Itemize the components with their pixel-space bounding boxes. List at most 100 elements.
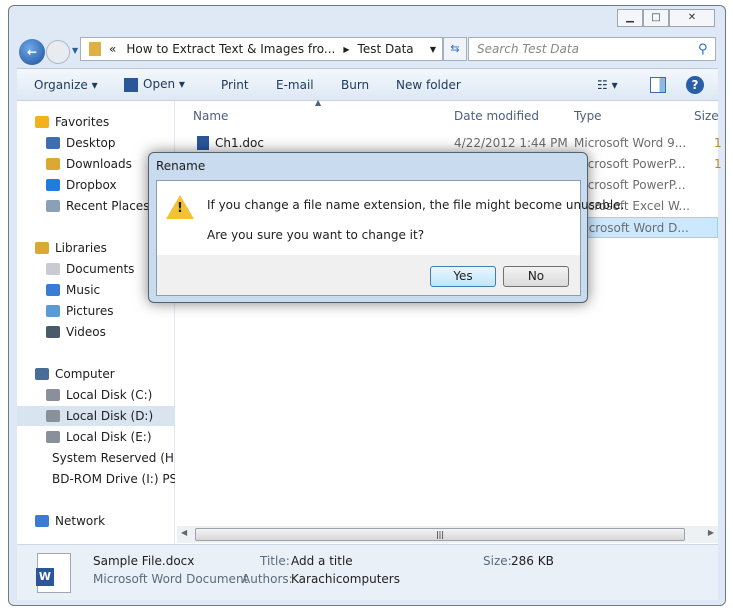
sidebar-item[interactable]: Desktop: [17, 133, 175, 153]
view-options-icon[interactable]: ☷ ▾: [597, 78, 618, 92]
sidebar-item-label: Network: [55, 514, 106, 528]
sidebar-item-label: Libraries: [55, 241, 107, 255]
details-pane: W Sample File.docx Microsoft Word Docume…: [17, 544, 718, 600]
column-header-name[interactable]: Name: [193, 109, 228, 133]
dialog-message: If you change a file name extension, the…: [207, 198, 625, 212]
drive-icon: [46, 410, 60, 422]
back-button[interactable]: ←: [19, 39, 45, 65]
file-type: Microsoft Word 9...: [574, 136, 687, 150]
help-icon[interactable]: ?: [686, 75, 704, 94]
dialog-question: Are you sure you want to change it?: [207, 228, 425, 242]
details-title-value[interactable]: Add a title: [291, 554, 353, 568]
search-input[interactable]: Search Test Data: [468, 37, 716, 61]
burn-button[interactable]: Burn: [341, 78, 369, 92]
sidebar-item-label: Pictures: [66, 304, 114, 318]
open-button[interactable]: Open ▾: [124, 77, 185, 92]
yes-button[interactable]: Yes: [430, 266, 496, 287]
pictures-icon: [46, 305, 60, 317]
sort-indicator-icon: ▲: [315, 98, 322, 107]
file-type: Microsoft PowerP...: [574, 178, 686, 192]
sidebar-item[interactable]: Computer: [17, 364, 175, 384]
dropbox-icon: [46, 179, 60, 191]
sidebar-item[interactable]: Videos: [17, 322, 175, 342]
column-header-size[interactable]: Size: [694, 109, 719, 133]
drive-icon: [46, 431, 60, 443]
file-size: 1: [714, 157, 722, 171]
computer-icon: [35, 368, 49, 380]
minimize-button[interactable]: ▁: [617, 9, 643, 27]
search-icon[interactable]: ⚲: [698, 42, 708, 57]
desktop-icon: [46, 137, 60, 149]
downloads-folder-icon: [46, 158, 60, 170]
file-type: Microsoft PowerP...: [574, 157, 686, 171]
file-size: 1: [714, 136, 722, 150]
refresh-button[interactable]: ⇆: [443, 37, 467, 61]
breadcrumb-segment[interactable]: Test Data: [358, 42, 414, 56]
chevron-right-icon[interactable]: ▶: [343, 45, 349, 54]
maximize-button[interactable]: □: [643, 9, 669, 27]
videos-icon: [46, 326, 60, 338]
email-button[interactable]: E-mail: [276, 78, 314, 92]
sidebar-item[interactable]: Local Disk (D:): [17, 406, 175, 426]
sidebar-item[interactable]: Local Disk (C:): [17, 385, 175, 405]
drive-icon: [46, 389, 60, 401]
star-icon: [35, 116, 49, 128]
sidebar-item-label: Favorites: [55, 115, 110, 129]
word-document-icon: W: [36, 553, 71, 593]
recent-pages-dropdown[interactable]: ▼: [72, 46, 78, 55]
column-header-type[interactable]: Type: [574, 109, 602, 133]
scroll-thumb[interactable]: |||: [195, 528, 685, 541]
sidebar-item-label: Local Disk (C:): [66, 388, 153, 402]
file-icon: [197, 136, 209, 150]
sidebar-item-label: Recent Places: [66, 199, 150, 213]
forward-button[interactable]: [46, 40, 70, 64]
close-button[interactable]: ✕: [669, 9, 715, 27]
sidebar-item[interactable]: System Reserved (H:: [17, 448, 175, 468]
folder-icon: [89, 42, 101, 56]
details-authors-value[interactable]: Karachicomputers: [291, 572, 400, 586]
word-icon: [124, 77, 138, 92]
print-button[interactable]: Print: [221, 78, 249, 92]
address-overflow[interactable]: «: [109, 42, 116, 56]
sidebar-item-label: Computer: [55, 367, 115, 381]
command-bar: Organize ▾ Open ▾ Print E-mail Burn New …: [17, 68, 718, 101]
address-dropdown[interactable]: ▼: [430, 45, 436, 54]
scroll-left-arrow[interactable]: ◀: [181, 528, 187, 537]
sidebar-item[interactable]: Pictures: [17, 301, 175, 321]
organize-button[interactable]: Organize ▾: [34, 78, 98, 92]
address-bar[interactable]: « How to Extract Text & Images fro... ▶ …: [80, 37, 443, 61]
sidebar-item-label: System Reserved (H:: [52, 451, 175, 465]
recent-places-icon: [46, 200, 60, 212]
documents-icon: [46, 263, 60, 275]
sidebar-item-label: Local Disk (E:): [66, 430, 152, 444]
details-filetype: Microsoft Word Document: [93, 572, 249, 586]
sidebar-item-label: Local Disk (D:): [66, 409, 154, 423]
details-size-label: Size:: [483, 554, 512, 568]
scroll-right-arrow[interactable]: ▶: [708, 528, 714, 537]
file-row[interactable]: Ch1.doc 4/22/2012 1:44 PM Microsoft Word 9…: [177, 133, 722, 154]
sidebar-item-label: Desktop: [66, 136, 116, 150]
breadcrumb-segment[interactable]: How to Extract Text & Images fro...: [126, 42, 335, 56]
file-name: Ch1.doc: [215, 136, 264, 150]
details-title-label: Title:: [260, 554, 290, 568]
rename-dialog: Rename ! If you change a file name exten…: [148, 152, 624, 303]
dialog-title: Rename: [156, 159, 206, 173]
sidebar-item[interactable]: Favorites: [17, 112, 175, 132]
horizontal-scrollbar[interactable]: ◀ ||| ▶: [177, 526, 718, 543]
new-folder-button[interactable]: New folder: [396, 78, 461, 92]
preview-pane-button[interactable]: [650, 76, 666, 93]
details-size-value: 286 KB: [511, 554, 554, 568]
sidebar-item[interactable]: Local Disk (E:): [17, 427, 175, 447]
sidebar-item-label: Documents: [66, 262, 135, 276]
details-filename: Sample File.docx: [93, 554, 195, 568]
sidebar-item-label: Dropbox: [66, 178, 117, 192]
column-header-date[interactable]: Date modified: [454, 109, 539, 133]
no-button[interactable]: No: [503, 266, 569, 287]
sidebar-item[interactable]: BD-ROM Drive (I:) PS: [17, 469, 175, 489]
details-authors-label: Authors:: [242, 572, 293, 586]
network-icon: [35, 515, 49, 527]
libraries-icon: [35, 242, 49, 254]
warning-icon-mark: !: [177, 201, 183, 216]
sidebar-item-label: Downloads: [66, 157, 132, 171]
sidebar-item[interactable]: Network: [17, 511, 175, 531]
